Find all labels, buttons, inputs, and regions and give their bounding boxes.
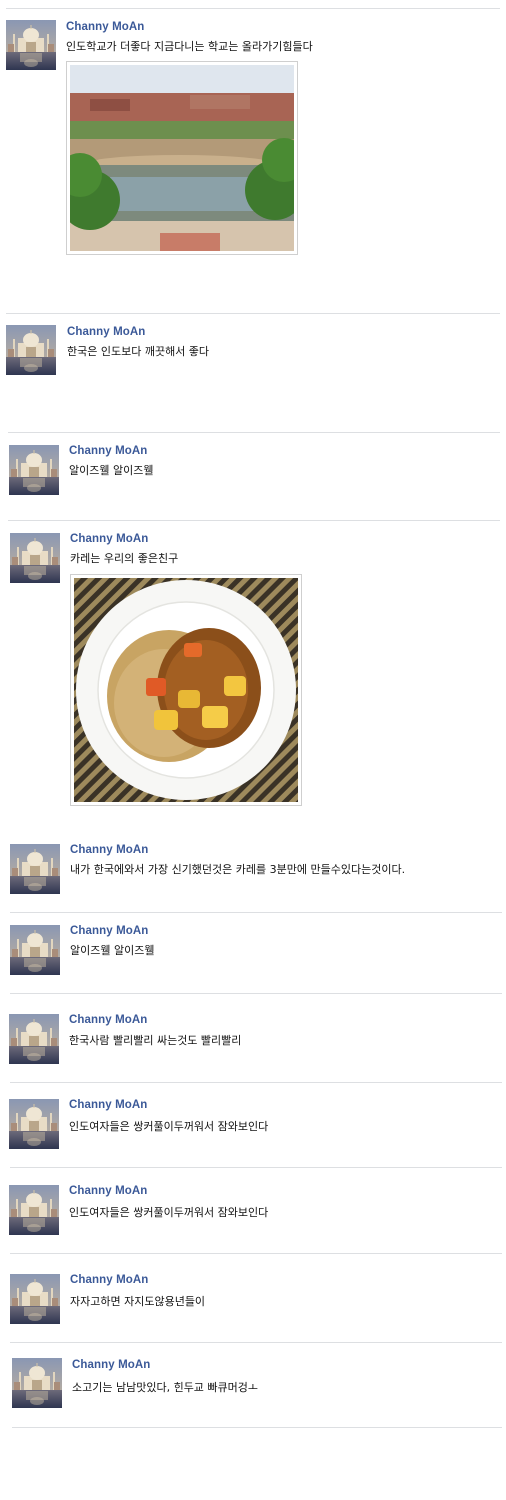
author-name[interactable]: Channy MoAn: [69, 1099, 147, 1111]
post-divider: [10, 1167, 502, 1168]
author-name[interactable]: Channy MoAn: [72, 1359, 150, 1371]
post-divider: [8, 432, 500, 433]
post-divider: [6, 313, 500, 314]
taj-mahal-avatar-icon: [9, 1099, 59, 1149]
taj-mahal-avatar-icon: [9, 445, 59, 495]
taj-mahal-avatar-icon: [6, 325, 56, 375]
avatar[interactable]: [10, 844, 60, 894]
avatar[interactable]: [12, 1358, 62, 1408]
author-name[interactable]: Channy MoAn: [70, 1274, 148, 1286]
curry-rice-plate-image: [74, 578, 298, 802]
avatar[interactable]: [10, 533, 60, 583]
author-name[interactable]: Channy MoAn: [67, 326, 145, 338]
post-divider: [6, 8, 500, 9]
author-name[interactable]: Channy MoAn: [69, 445, 147, 457]
taj-mahal-avatar-icon: [10, 844, 60, 894]
author-name[interactable]: Channy MoAn: [69, 1185, 147, 1197]
author-name[interactable]: Channy MoAn: [70, 844, 148, 856]
post-text: 카레는 우리의 좋은친구: [70, 552, 179, 565]
author-name[interactable]: Channy MoAn: [70, 925, 148, 937]
post-text: 인도여자들은 쌍커풀이두꺼워서 잠와보인다: [69, 1120, 269, 1133]
avatar[interactable]: [6, 325, 56, 375]
taj-mahal-avatar-icon: [10, 925, 60, 975]
post-photo[interactable]: [70, 574, 302, 806]
post-text: 한국사람 빨리빨리 싸는것도 빨리빨리: [69, 1034, 242, 1047]
post-text: 내가 한국에와서 가장 신기했던것은 카레를 3분만에 만들수있다는것이다.: [70, 863, 406, 876]
taj-mahal-avatar-icon: [9, 1014, 59, 1064]
post-divider: [10, 1342, 502, 1343]
post-text: 자자고하면 자지도않용년들이: [70, 1295, 206, 1308]
post-photo[interactable]: [66, 61, 298, 255]
avatar[interactable]: [9, 1014, 59, 1064]
taj-mahal-avatar-icon: [10, 1274, 60, 1324]
post-text: 인도여자들은 쌍커풀이두꺼워서 잠와보인다: [69, 1206, 269, 1219]
post-divider: [12, 1427, 502, 1428]
author-name[interactable]: Channy MoAn: [70, 533, 148, 545]
taj-mahal-avatar-icon: [6, 20, 56, 70]
post-text: 소고기는 남남맛있다, 힌두교 빠큐머겅ㅗ: [72, 1381, 259, 1394]
author-name[interactable]: Channy MoAn: [69, 1014, 147, 1026]
post-divider: [10, 1082, 502, 1083]
post-divider: [10, 912, 502, 913]
avatar[interactable]: [9, 445, 59, 495]
post-text: 한국은 인도보다 깨끗해서 좋다: [67, 345, 210, 358]
post-divider: [10, 993, 502, 994]
avatar[interactable]: [10, 1274, 60, 1324]
taj-mahal-avatar-icon: [10, 533, 60, 583]
avatar[interactable]: [10, 925, 60, 975]
post-divider: [8, 520, 500, 521]
campus-courtyard-image: [70, 65, 294, 251]
taj-mahal-avatar-icon: [12, 1358, 62, 1408]
post-text: 알이즈웰 알이즈웰: [70, 944, 155, 957]
avatar[interactable]: [9, 1099, 59, 1149]
post-divider: [10, 1253, 502, 1254]
post-text: 인도학교가 더좋다 지금다니는 학교는 올라가기힘들다: [66, 40, 313, 53]
author-name[interactable]: Channy MoAn: [66, 21, 144, 33]
taj-mahal-avatar-icon: [9, 1185, 59, 1235]
avatar[interactable]: [6, 20, 56, 70]
avatar[interactable]: [9, 1185, 59, 1235]
post-text: 알이즈웰 알이즈웰: [69, 464, 154, 477]
